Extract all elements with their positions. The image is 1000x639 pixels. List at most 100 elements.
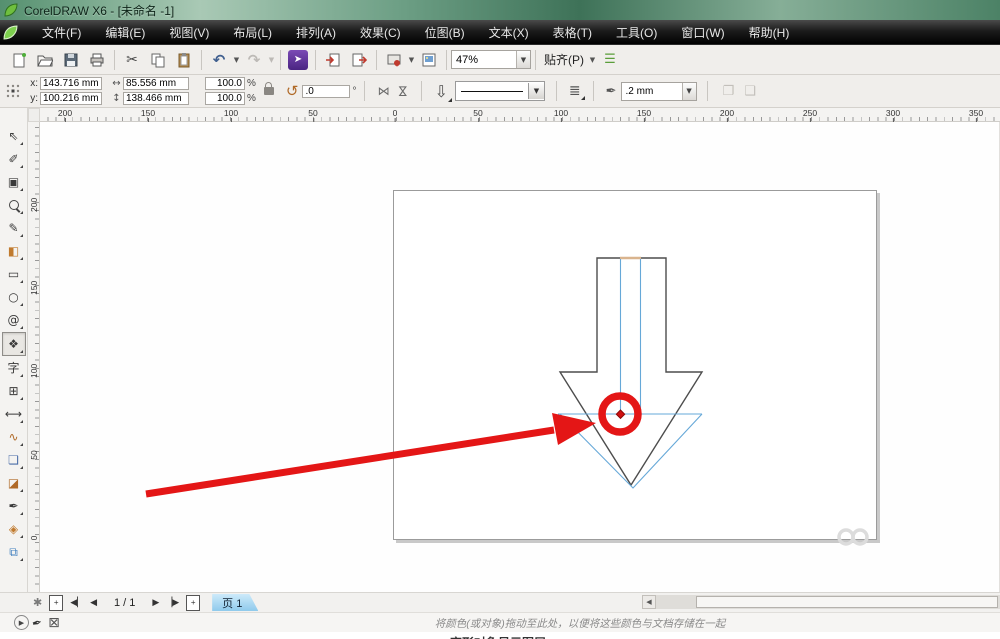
outline-width-dropdown[interactable]: ▼ bbox=[682, 83, 696, 100]
zoom-level-input[interactable] bbox=[452, 51, 516, 68]
drawing-canvas[interactable] bbox=[40, 122, 1000, 592]
wrap-text-button[interactable]: ≣ bbox=[569, 83, 581, 99]
ruler-left-label: 150 bbox=[29, 283, 39, 295]
application-launcher-button[interactable] bbox=[382, 48, 406, 72]
outline-style-dropdown[interactable]: ▼ bbox=[455, 81, 545, 101]
to-back-button-disabled[interactable]: ❑ bbox=[744, 84, 756, 99]
eyedropper-tool[interactable]: ✒ bbox=[3, 495, 25, 517]
page-sorter-icon[interactable]: ✱ bbox=[33, 596, 42, 609]
scrollbar-thumb[interactable] bbox=[696, 596, 998, 608]
menu-edit[interactable]: 编辑(E) bbox=[93, 20, 157, 45]
ruler-top-label: 50 bbox=[308, 108, 317, 118]
save-button[interactable] bbox=[59, 48, 83, 72]
perfect-shape-button[interactable]: ⇩ bbox=[434, 82, 447, 101]
expand-button[interactable]: ▶ bbox=[14, 615, 29, 630]
ruler-top-label: 350 bbox=[969, 108, 983, 118]
next-page-button[interactable]: ▶ bbox=[152, 598, 159, 608]
export-button[interactable] bbox=[347, 48, 371, 72]
snap-to-button[interactable]: 贴齐(P) bbox=[540, 49, 588, 70]
outline-pen-icon: ✒ bbox=[606, 84, 617, 99]
freehand-tool[interactable]: ✎ bbox=[3, 217, 25, 239]
y-position-field[interactable] bbox=[40, 92, 102, 105]
transparency-tool-icon: ◪ bbox=[8, 477, 19, 489]
menu-file[interactable]: 文件(F) bbox=[30, 20, 93, 45]
freehand-tool-icon: ✎ bbox=[8, 222, 18, 234]
x-position-field[interactable] bbox=[40, 77, 102, 90]
ruler-top-label: 50 bbox=[473, 108, 482, 118]
dimension-tool[interactable]: ⟷ bbox=[3, 403, 25, 425]
ruler-left-label: 200 bbox=[29, 200, 39, 212]
copy-button[interactable] bbox=[146, 48, 170, 72]
paste-button[interactable] bbox=[172, 48, 196, 72]
scrollbar-track[interactable] bbox=[656, 595, 1000, 609]
drop-shadow-tool[interactable]: ❏ bbox=[3, 449, 25, 471]
ruler-origin-corner[interactable] bbox=[28, 108, 40, 122]
new-document-button[interactable] bbox=[7, 48, 31, 72]
undo-button[interactable]: ↶ bbox=[207, 48, 231, 72]
table-tool-icon: ⊞ bbox=[8, 385, 18, 397]
text-tool[interactable]: 字 bbox=[3, 357, 25, 379]
menu-tools[interactable]: 工具(O) bbox=[604, 20, 669, 45]
crop-tool[interactable]: ▣ bbox=[3, 171, 25, 193]
zoom-dropdown-button[interactable]: ▼ bbox=[516, 51, 530, 68]
menu-window[interactable]: 窗口(W) bbox=[669, 20, 736, 45]
lock-ratio-button[interactable] bbox=[264, 87, 274, 95]
ruler-left-label: 50 bbox=[29, 449, 39, 461]
eyedropper-tool-icon: ✒ bbox=[8, 500, 18, 512]
welcome-screen-button[interactable] bbox=[417, 48, 441, 72]
to-front-button-disabled[interactable]: ❐ bbox=[723, 84, 735, 99]
object-width-field[interactable] bbox=[123, 77, 189, 90]
menu-table[interactable]: 表格(T) bbox=[541, 20, 604, 45]
outline-width-input[interactable] bbox=[622, 83, 682, 100]
menu-view[interactable]: 视图(V) bbox=[157, 20, 221, 45]
launcher-dropdown[interactable]: ▼ bbox=[407, 56, 416, 64]
smart-fill-tool[interactable]: ◧ bbox=[3, 240, 25, 262]
object-height-field[interactable] bbox=[123, 92, 189, 105]
menu-text[interactable]: 文本(X) bbox=[477, 20, 541, 45]
first-page-button[interactable]: ◀▏ bbox=[70, 598, 84, 608]
table-tool[interactable]: ⊞ bbox=[3, 380, 25, 402]
object-height-icon: ↕ bbox=[110, 93, 123, 104]
mirror-vertical-button[interactable]: ⋈ bbox=[396, 85, 410, 97]
ellipse-tool[interactable]: ○ bbox=[3, 286, 25, 308]
basic-shapes-tool-icon: ❖ bbox=[8, 338, 19, 350]
menu-arrange[interactable]: 排列(A) bbox=[284, 20, 348, 45]
page-tab[interactable]: 页 1 bbox=[212, 594, 258, 611]
cut-button[interactable]: ✂ bbox=[120, 48, 144, 72]
scale-x-field[interactable] bbox=[205, 77, 245, 90]
options-button[interactable]: ☰ bbox=[598, 48, 622, 72]
fill-tool[interactable]: ◈ bbox=[3, 518, 25, 540]
last-page-button[interactable]: ▕▶ bbox=[165, 598, 179, 608]
document-leaf-icon[interactable] bbox=[3, 25, 18, 40]
search-content-button[interactable]: ➤ bbox=[286, 48, 310, 72]
redo-button[interactable]: ↷ bbox=[242, 48, 266, 72]
import-button[interactable] bbox=[321, 48, 345, 72]
connector-tool[interactable]: ∿ bbox=[3, 426, 25, 448]
menu-help[interactable]: 帮助(H) bbox=[737, 20, 802, 45]
snap-dropdown[interactable]: ▼ bbox=[588, 56, 597, 64]
polygon-tool[interactable]: @ bbox=[3, 309, 25, 331]
menu-bitmaps[interactable]: 位图(B) bbox=[413, 20, 477, 45]
mirror-horizontal-button[interactable]: ⋈ bbox=[377, 84, 389, 98]
rotation-angle-field[interactable] bbox=[302, 85, 350, 98]
rectangle-tool[interactable]: ▭ bbox=[3, 263, 25, 285]
menu-effects[interactable]: 效果(C) bbox=[348, 20, 413, 45]
previous-page-button[interactable]: ◀ bbox=[90, 598, 97, 608]
basic-shapes-tool[interactable]: ❖ bbox=[2, 332, 26, 356]
transparency-tool[interactable]: ◪ bbox=[3, 472, 25, 494]
zoom-tool[interactable] bbox=[3, 194, 25, 216]
add-page-button-left[interactable]: + bbox=[49, 595, 63, 611]
undo-dropdown[interactable]: ▼ bbox=[232, 56, 241, 64]
scroll-left-button[interactable]: ◀ bbox=[642, 595, 656, 609]
interactive-fill-tool[interactable]: ⧉ bbox=[3, 541, 25, 563]
shape-tool[interactable]: ✐ bbox=[3, 148, 25, 170]
open-button[interactable] bbox=[33, 48, 57, 72]
scale-y-field[interactable] bbox=[205, 92, 245, 105]
add-page-button-right[interactable]: + bbox=[186, 595, 200, 611]
line-style-dropdown-button[interactable]: ▼ bbox=[528, 83, 544, 99]
menu-layout[interactable]: 布局(L) bbox=[221, 20, 284, 45]
redo-dropdown[interactable]: ▼ bbox=[267, 56, 276, 64]
outline-width-combo: ▼ bbox=[621, 82, 697, 101]
print-button[interactable] bbox=[85, 48, 109, 72]
pick-tool[interactable]: ⇖ bbox=[3, 125, 25, 147]
